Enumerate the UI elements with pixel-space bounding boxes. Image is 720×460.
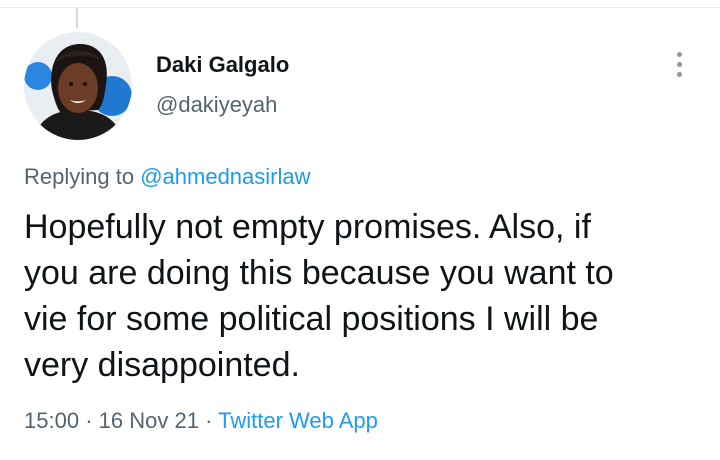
avatar-photo: [24, 32, 132, 140]
tweet-text: Hopefully not empty promises. Also, if y…: [24, 204, 694, 388]
tweet-text-line: you are doing this because you want to: [24, 254, 614, 292]
replying-to-mention[interactable]: @ahmednasirlaw: [140, 164, 310, 189]
tweet-card: Daki Galgalo @dakiyeyah Replying to @ahm…: [0, 0, 720, 460]
tweet-date[interactable]: 16 Nov 21: [99, 408, 199, 433]
replying-to: Replying to @ahmednasirlaw: [24, 164, 311, 190]
replying-to-label: Replying to: [24, 164, 135, 189]
tweet-metadata: 15:00 · 16 Nov 21 · Twitter Web App: [24, 408, 378, 434]
meta-separator: ·: [85, 408, 93, 433]
divider: [0, 7, 720, 8]
tweet-text-line: vie for some political positions I will …: [24, 300, 599, 338]
thread-connector-line: [76, 8, 78, 28]
tweet-time[interactable]: 15:00: [24, 408, 79, 433]
tweet-text-line: very disappointed.: [24, 346, 300, 384]
author-handle[interactable]: @dakiyeyah: [156, 92, 277, 118]
author-name[interactable]: Daki Galgalo: [156, 52, 289, 78]
avatar[interactable]: [24, 32, 132, 140]
more-options-icon[interactable]: [666, 48, 694, 82]
tweet-source[interactable]: Twitter Web App: [218, 408, 378, 433]
meta-separator: ·: [205, 408, 213, 433]
tweet-text-line: Hopefully not empty promises. Also, if: [24, 208, 591, 246]
